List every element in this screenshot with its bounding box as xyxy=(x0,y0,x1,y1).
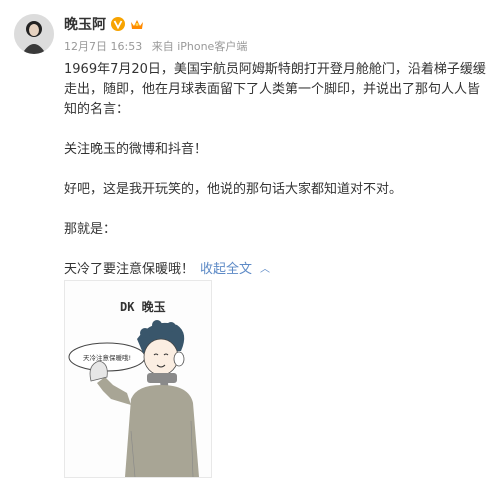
member-crown-icon[interactable] xyxy=(130,18,144,31)
post-paragraph: 那就是： xyxy=(64,222,117,237)
post-paragraph: 好吧，这是我开玩笑的，他说的那句话大家都知道对不对。 xyxy=(64,182,403,197)
post-content: 1969年7月20日，美国宇航员阿姆斯特朗打开登月舱舱门，沿着梯子缓缓走出，随即… xyxy=(64,60,490,280)
post-paragraph: 天冷了要注意保暖哦！ xyxy=(64,262,195,277)
speech-bubble-text: 天冷注意保暖哦! xyxy=(83,353,131,362)
post-image[interactable]: DK 晚玉 天冷注意保暖哦! xyxy=(64,280,212,478)
verified-v-icon xyxy=(111,17,125,31)
author-name[interactable]: 晚玉阿 xyxy=(64,14,106,34)
collapse-text-link[interactable]: 收起全文 xyxy=(200,262,252,277)
post-paragraph: 1969年7月20日，美国宇航员阿姆斯特朗打开登月舱舱门，沿着梯子缓缓走出，随即… xyxy=(64,62,486,117)
avatar-image xyxy=(14,14,54,54)
author-header: 晚玉阿 xyxy=(64,14,144,34)
chevron-up-icon[interactable]: ︿ xyxy=(260,260,270,280)
illustration-title: DK 晚玉 xyxy=(120,299,166,314)
post-source: 来自 iPhone客户端 xyxy=(151,40,248,53)
post-paragraph: 关注晚玉的微博和抖音！ xyxy=(64,142,208,157)
post-last-line: 天冷了要注意保暖哦！ 收起全文 ︿ xyxy=(64,260,490,280)
author-avatar[interactable] xyxy=(14,14,54,54)
post-date[interactable]: 12月7日 16:53 xyxy=(64,40,142,53)
illustration-image: DK 晚玉 天冷注意保暖哦! xyxy=(68,299,199,477)
post-meta: 12月7日 16:53 来自 iPhone客户端 xyxy=(64,38,253,54)
